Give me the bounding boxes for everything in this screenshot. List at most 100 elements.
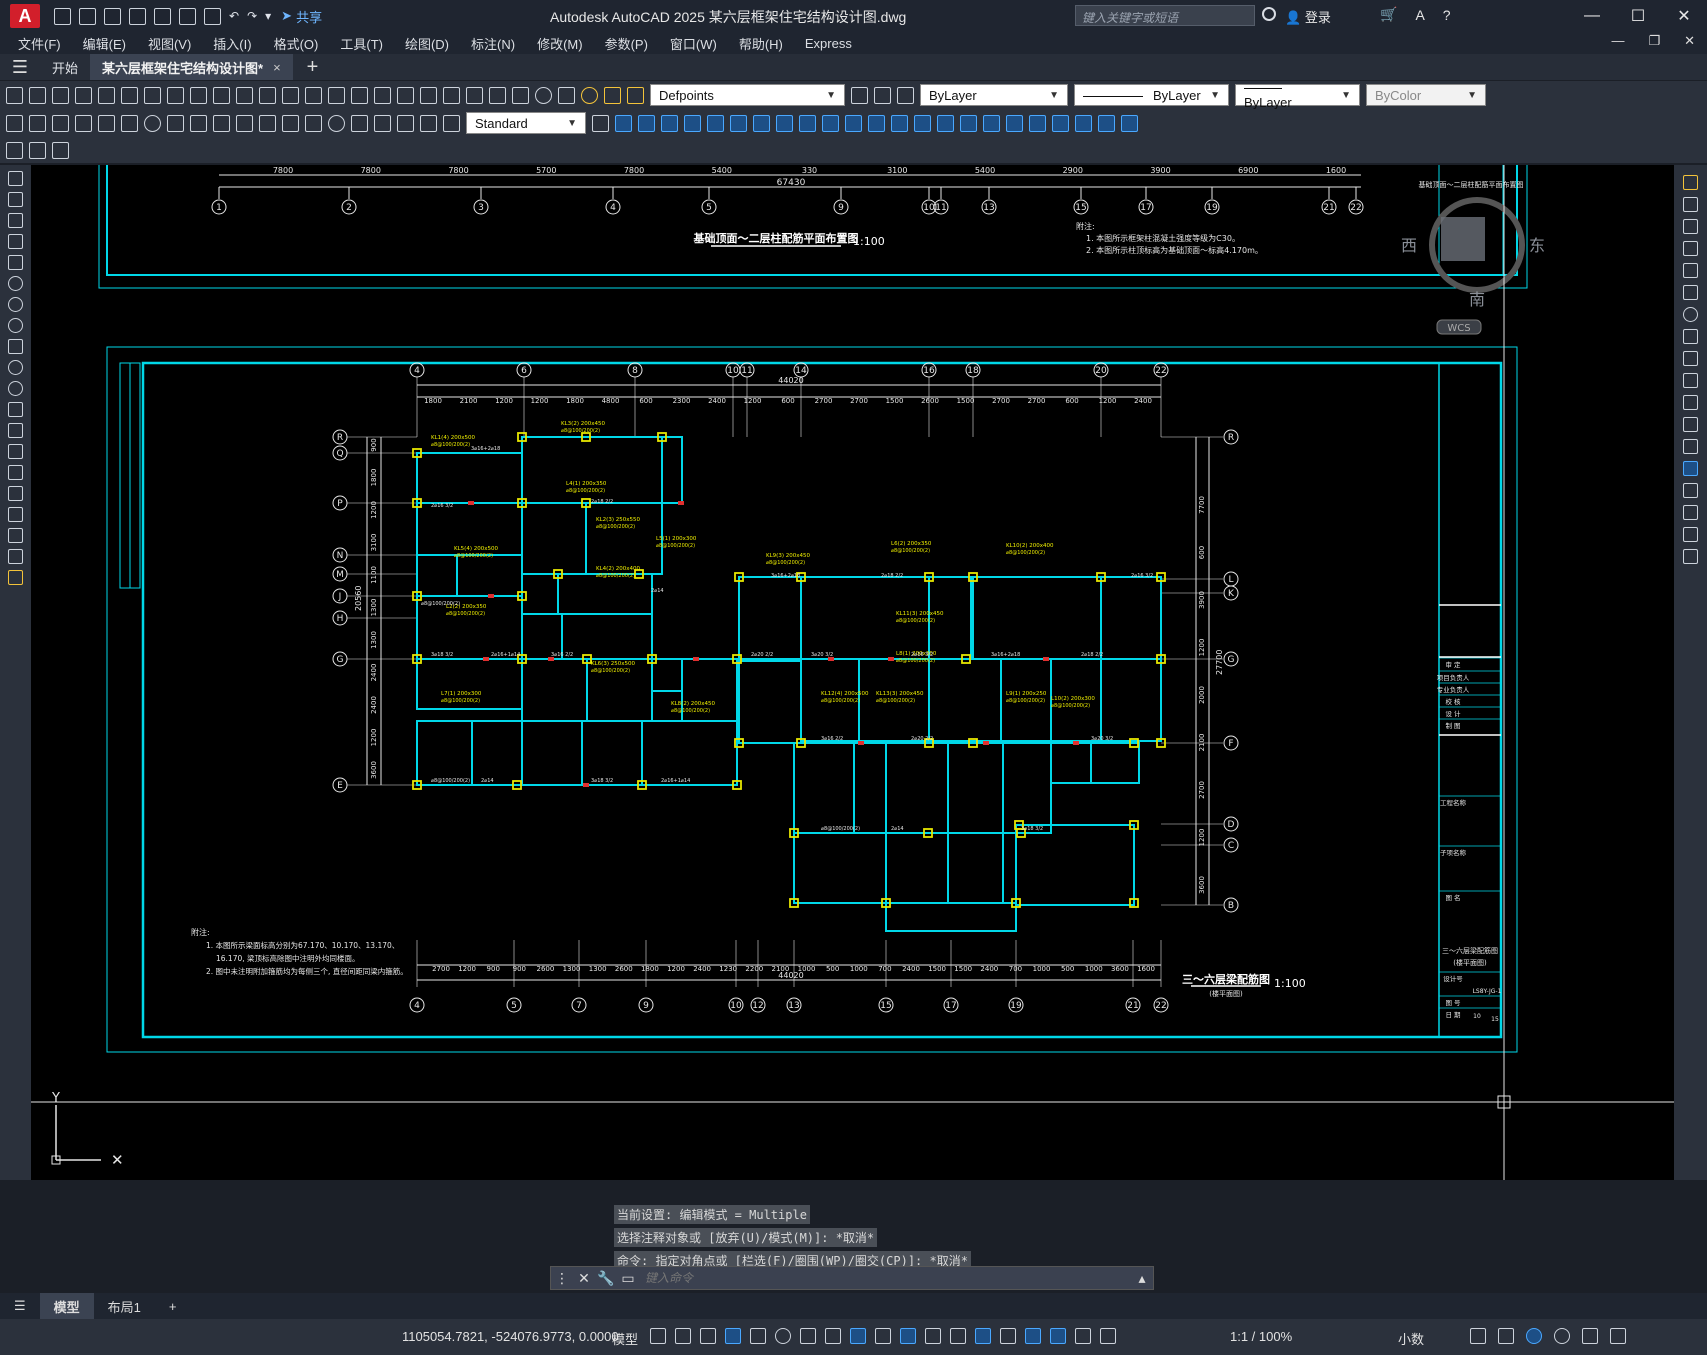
3d-osnap-icon[interactable] <box>950 1328 966 1344</box>
ortho-icon[interactable] <box>750 1328 766 1344</box>
transparency-icon[interactable] <box>900 1328 916 1344</box>
color-dropdown[interactable]: ByLayer ▼ <box>920 84 1068 106</box>
edit-text-icon[interactable] <box>6 141 23 159</box>
tab-document[interactable]: 某六层框架住宅结构设计图* × <box>90 54 293 80</box>
layer-states-icon[interactable] <box>897 86 914 104</box>
search-icon[interactable] <box>1262 7 1276 21</box>
sheet-set-icon[interactable] <box>466 86 483 104</box>
new-file-icon[interactable] <box>54 7 71 25</box>
polygon-icon[interactable] <box>8 234 23 249</box>
spline-icon[interactable] <box>8 339 23 354</box>
layout-menu-icon[interactable]: ☰ <box>0 1293 40 1319</box>
object-snap-icon[interactable] <box>850 1328 866 1344</box>
new-tab-icon[interactable]: + <box>307 56 319 79</box>
trim-icon[interactable] <box>1683 373 1698 388</box>
menu-edit[interactable]: 编辑(E) <box>83 34 126 53</box>
edit-attribute-icon[interactable] <box>1075 114 1092 132</box>
new-icon[interactable] <box>6 86 23 104</box>
stretch-icon[interactable] <box>1683 351 1698 366</box>
share-button[interactable]: ➤ 共享 <box>281 7 322 26</box>
rotate-icon[interactable] <box>753 114 770 132</box>
quick-properties-icon[interactable] <box>1470 1328 1486 1344</box>
aligned-dimension-icon[interactable] <box>29 114 46 132</box>
join-icon[interactable] <box>891 114 908 132</box>
menu-window[interactable]: 窗口(W) <box>670 34 717 53</box>
angular-icon[interactable] <box>167 114 184 132</box>
annotation-scale-icon[interactable] <box>1100 1328 1116 1344</box>
help-icon[interactable] <box>535 86 552 104</box>
break-icon[interactable] <box>1683 439 1698 454</box>
command-history-toggle-icon[interactable]: ▴ <box>1131 1270 1153 1287</box>
ellipse-arc-icon[interactable] <box>8 381 23 396</box>
lineweight-dropdown[interactable]: ByLayer ▼ <box>1235 84 1360 110</box>
dimension-style-icon[interactable] <box>592 114 609 132</box>
stretch-icon[interactable] <box>799 114 816 132</box>
layer-previous-icon[interactable] <box>874 86 891 104</box>
save-icon[interactable] <box>52 86 69 104</box>
circle-icon[interactable] <box>8 297 23 312</box>
plot-preview-icon[interactable] <box>98 86 115 104</box>
calculator-icon[interactable] <box>512 86 529 104</box>
make-layer-current-icon[interactable] <box>851 86 868 104</box>
zoom-window-icon[interactable] <box>351 86 368 104</box>
dimension-space-icon[interactable] <box>259 114 276 132</box>
jogged-linear-icon[interactable] <box>374 114 391 132</box>
dimension-break-icon[interactable] <box>282 114 299 132</box>
scale-icon[interactable] <box>776 114 793 132</box>
grid-icon[interactable] <box>650 1328 666 1344</box>
markup-icon[interactable] <box>489 86 506 104</box>
jogged-icon[interactable] <box>121 114 138 132</box>
explode-icon[interactable] <box>1683 549 1698 564</box>
viewcube-west[interactable]: 西 <box>1401 236 1417 255</box>
annotation-visibility-icon[interactable] <box>1050 1328 1066 1344</box>
line-icon[interactable] <box>8 171 23 186</box>
fillet-icon[interactable] <box>937 114 954 132</box>
break-at-point-icon[interactable] <box>1683 417 1698 432</box>
save-icon[interactable] <box>104 7 121 25</box>
login-button[interactable]: 👤 登录 <box>1285 7 1331 26</box>
construction-line-icon[interactable] <box>8 192 23 207</box>
redo-icon[interactable]: ↷ <box>247 9 257 23</box>
block-editor-icon[interactable] <box>1098 114 1115 132</box>
customize-dropdown-icon[interactable]: ▾ <box>265 9 271 23</box>
cut-icon[interactable] <box>167 86 184 104</box>
hardware-acceleration-icon[interactable] <box>1554 1328 1570 1344</box>
menu-help[interactable]: 帮助(H) <box>739 34 783 53</box>
tab-start[interactable]: 开始 <box>40 54 90 80</box>
layer-properties-icon[interactable] <box>558 86 575 104</box>
tab-layout1[interactable]: 布局1 <box>94 1293 155 1319</box>
baseline-icon[interactable] <box>213 114 230 132</box>
polyline-icon[interactable] <box>8 213 23 228</box>
paste-icon[interactable] <box>213 86 230 104</box>
clean-screen-icon[interactable] <box>1582 1328 1598 1344</box>
auto-scale-icon[interactable] <box>1075 1328 1091 1344</box>
erase-icon[interactable] <box>615 114 632 132</box>
open-file-icon[interactable] <box>79 7 96 25</box>
menu-modify[interactable]: 修改(M) <box>537 34 583 53</box>
maximize-icon[interactable]: ☐ <box>1615 0 1661 32</box>
command-grip-icon[interactable]: ⋮ <box>551 1270 573 1287</box>
add-layout-icon[interactable]: + <box>155 1293 191 1319</box>
move-icon[interactable] <box>1683 285 1698 300</box>
edit-hatch-icon[interactable] <box>1029 114 1046 132</box>
plotstyle-dropdown[interactable]: ByColor ▼ <box>1366 84 1486 106</box>
copy-icon[interactable] <box>190 86 207 104</box>
dimension-text-edit-icon[interactable] <box>420 114 437 132</box>
reference-edit-icon[interactable] <box>1121 114 1138 132</box>
annotation-scale-dropdown[interactable]: 1:1 / 100% <box>1230 1329 1292 1344</box>
mirror-icon[interactable] <box>1683 219 1698 234</box>
viewcube-south[interactable]: 南 <box>1469 290 1485 309</box>
app-logo-button[interactable]: A <box>10 4 40 28</box>
layer-dropdown[interactable]: Defpoints ▼ <box>650 84 845 106</box>
dimension-update-icon[interactable] <box>443 114 460 132</box>
menu-express[interactable]: Express <box>805 36 852 51</box>
extend-icon[interactable] <box>1683 395 1698 410</box>
menu-view[interactable]: 视图(V) <box>148 34 191 53</box>
extend-icon[interactable] <box>845 114 862 132</box>
3d-print-icon[interactable] <box>144 86 161 104</box>
doc-restore-icon[interactable]: ❐ <box>1648 33 1660 49</box>
command-close-icon[interactable]: ✕ <box>573 1270 595 1287</box>
doc-minimize-icon[interactable]: — <box>1611 33 1624 49</box>
layer-lock-icon[interactable] <box>627 86 644 104</box>
redo-icon[interactable] <box>282 86 299 104</box>
